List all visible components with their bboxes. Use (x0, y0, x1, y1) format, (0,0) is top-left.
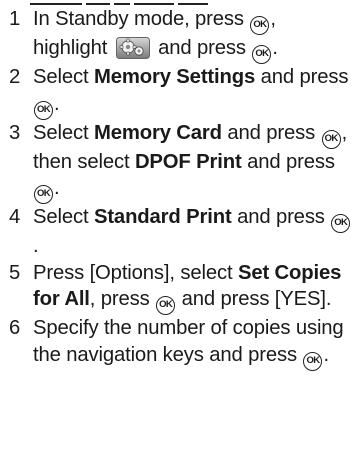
step-text: . (272, 37, 278, 59)
step-3: 3 Select Memory Card and press OK, then s… (0, 120, 354, 205)
ok-button-icon: OK (34, 185, 53, 205)
step-number: 6 (9, 317, 21, 340)
step-text: . (54, 92, 60, 115)
menu-option-label: DPOF Print (134, 150, 242, 173)
ok-button-icon: OK (252, 45, 272, 64)
ok-button-icon: OK (321, 129, 341, 149)
step-number: 3 (9, 121, 21, 144)
ok-button-icon: OK (34, 100, 53, 120)
step-text: and press (255, 66, 349, 88)
step-6: 6 Specify the number of copies using the … (0, 315, 354, 371)
step-number: 1 (9, 8, 21, 30)
step-1: 1 In Standby mode, press OK, highlight an… (0, 6, 354, 64)
step-text: and press (241, 150, 335, 173)
step-number: 5 (9, 261, 21, 284)
step-text: Specify the number of copies using the n… (33, 317, 344, 366)
step-text: and press (231, 206, 331, 229)
step-text: . (323, 343, 329, 366)
step-number: 4 (9, 206, 21, 229)
ok-button-icon: OK (156, 296, 176, 316)
steps-list: 1 In Standby mode, press OK, highlight an… (0, 6, 354, 371)
step-4: 4 Select Standard Print and press OK. (0, 204, 354, 260)
step-5: 5 Press [Options], select Set Copies for … (0, 260, 354, 316)
ok-button-icon: OK (250, 16, 270, 35)
step-text: , press (89, 288, 156, 311)
step-text: and press [YES]. (176, 288, 332, 311)
settings-gear-icon (115, 37, 150, 59)
menu-option-label: Memory Settings (93, 66, 256, 88)
menu-option-label: Memory Card (93, 121, 222, 144)
ok-button-icon: OK (331, 214, 351, 234)
ok-button-icon: OK (303, 351, 323, 371)
step-text: and press (221, 121, 321, 144)
step-text: Select (33, 206, 94, 229)
menu-option-label: Standard Print (93, 206, 232, 229)
step-text: . (33, 235, 39, 258)
step-text: and press (152, 37, 252, 59)
step-text: Press [Options], select (33, 261, 238, 284)
step-text: Select (33, 121, 94, 144)
step-2: 2 Select Memory Settings and press OK. (0, 64, 354, 120)
step-number: 2 (9, 66, 21, 88)
step-text: Select (33, 66, 94, 88)
step-text: In Standby mode, press (33, 8, 250, 30)
step-text: . (54, 177, 60, 200)
